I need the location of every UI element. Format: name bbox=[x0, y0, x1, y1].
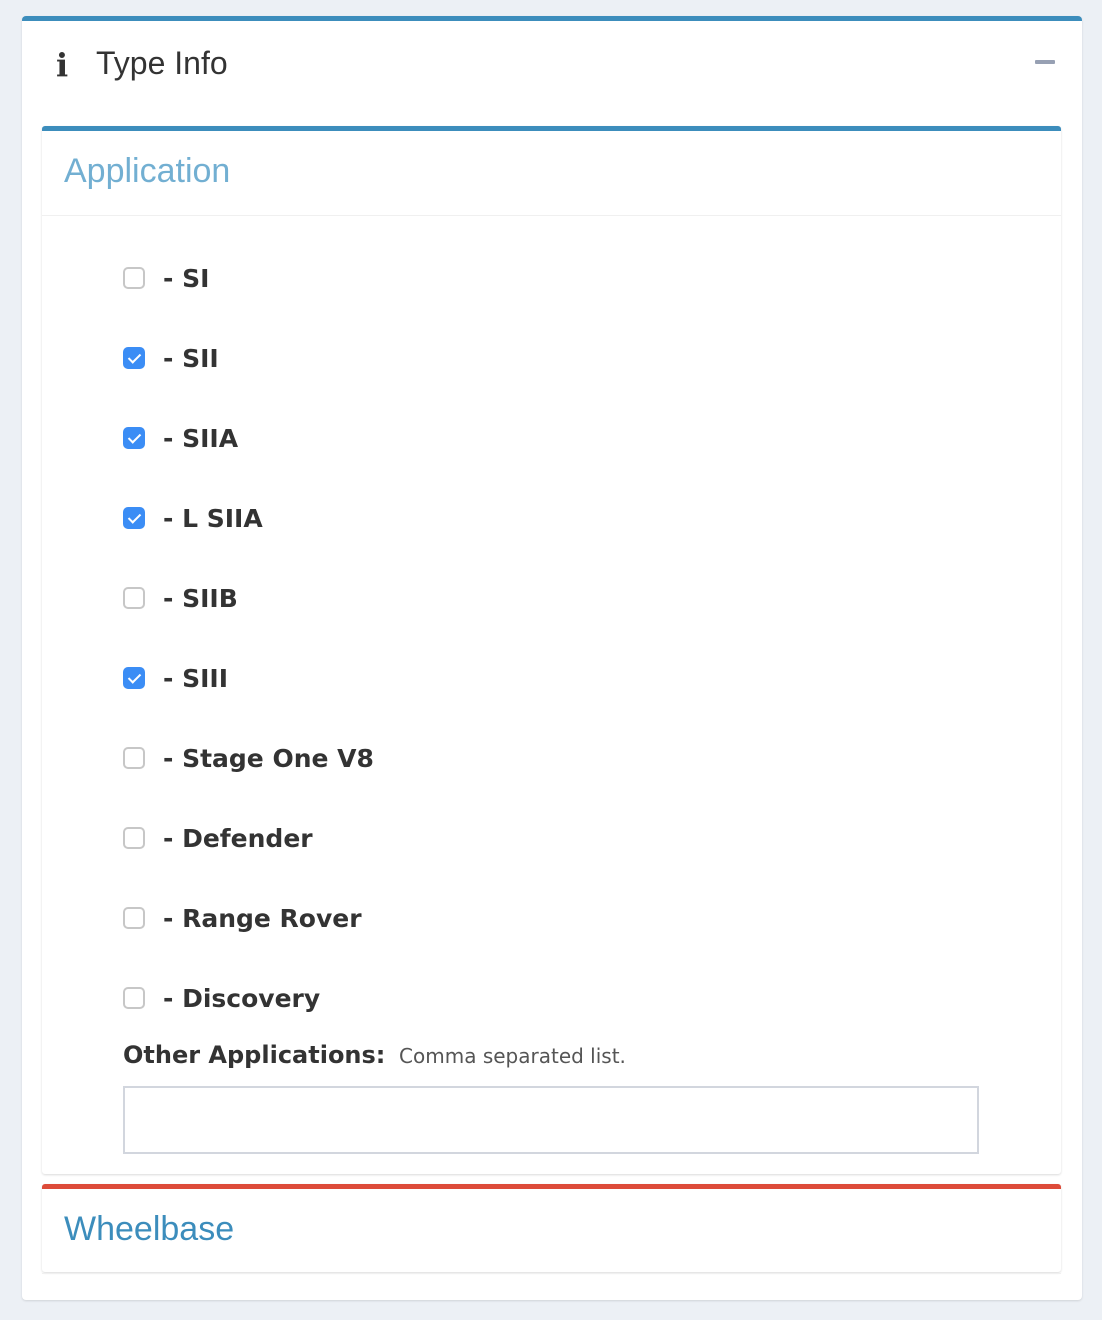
wheelbase-panel: Wheelbase bbox=[42, 1184, 1061, 1274]
wheelbase-title: Wheelbase bbox=[64, 1210, 235, 1248]
checkbox-row-siia[interactable]: - SIIA bbox=[123, 418, 238, 458]
other-applications-label: Other Applications: Comma separated list… bbox=[123, 1041, 626, 1069]
checkbox-label-l-siia: - L SIIA bbox=[163, 503, 263, 533]
checkbox-row-sii[interactable]: - SII bbox=[123, 338, 219, 378]
box-title: Type Info bbox=[96, 45, 228, 81]
checkbox-siib[interactable] bbox=[123, 587, 145, 609]
checkbox-discovery[interactable] bbox=[123, 987, 145, 1009]
box-header: i Type Info bbox=[22, 21, 1082, 111]
checkbox-row-defender[interactable]: - Defender bbox=[123, 818, 313, 858]
checkbox-label-siii: - SIII bbox=[163, 663, 228, 693]
checkbox-label-stage-one-v8: - Stage One V8 bbox=[163, 743, 374, 773]
other-applications-hint: Comma separated list. bbox=[399, 1044, 626, 1068]
checkbox-row-si[interactable]: - SI bbox=[123, 258, 209, 298]
checkbox-label-si: - SI bbox=[163, 263, 210, 293]
checkbox-siia[interactable] bbox=[123, 427, 145, 449]
checkbox-row-stage-one-v8[interactable]: - Stage One V8 bbox=[123, 738, 374, 778]
checkbox-range-rover[interactable] bbox=[123, 907, 145, 929]
checkbox-label-sii: - SII bbox=[163, 343, 219, 373]
other-applications-label-text: Other Applications: bbox=[123, 1041, 386, 1069]
type-info-box: i Type Info Application - SI - SII - SII… bbox=[22, 16, 1082, 1300]
checkbox-row-siii[interactable]: - SIII bbox=[123, 658, 228, 698]
checkbox-si[interactable] bbox=[123, 267, 145, 289]
application-title: Application bbox=[64, 152, 231, 190]
checkbox-label-siia: - SIIA bbox=[163, 423, 239, 453]
checkbox-sii[interactable] bbox=[123, 347, 145, 369]
checkbox-label-siib: - SIIB bbox=[163, 583, 238, 613]
application-panel-header: Application bbox=[42, 131, 1061, 216]
checkbox-label-defender: - Defender bbox=[163, 823, 313, 853]
checkbox-stage-one-v8[interactable] bbox=[123, 747, 145, 769]
collapse-button[interactable] bbox=[1034, 51, 1056, 73]
checkbox-label-discovery: - Discovery bbox=[163, 983, 321, 1013]
checkbox-siii[interactable] bbox=[123, 667, 145, 689]
checkbox-row-discovery[interactable]: - Discovery bbox=[123, 978, 320, 1018]
checkbox-row-siib[interactable]: - SIIB bbox=[123, 578, 238, 618]
other-applications-input[interactable] bbox=[123, 1086, 979, 1154]
minus-icon bbox=[1035, 60, 1055, 64]
checkbox-defender[interactable] bbox=[123, 827, 145, 849]
checkbox-row-l-siia[interactable]: - L SIIA bbox=[123, 498, 263, 538]
checkbox-row-range-rover[interactable]: - Range Rover bbox=[123, 898, 362, 938]
wheelbase-panel-header[interactable]: Wheelbase bbox=[42, 1189, 1061, 1274]
checkbox-label-range-rover: - Range Rover bbox=[163, 903, 362, 933]
checkbox-l-siia[interactable] bbox=[123, 507, 145, 529]
info-icon: i bbox=[56, 46, 69, 84]
application-panel: Application - SI - SII - SIIA - L SIIA -… bbox=[42, 126, 1061, 1174]
